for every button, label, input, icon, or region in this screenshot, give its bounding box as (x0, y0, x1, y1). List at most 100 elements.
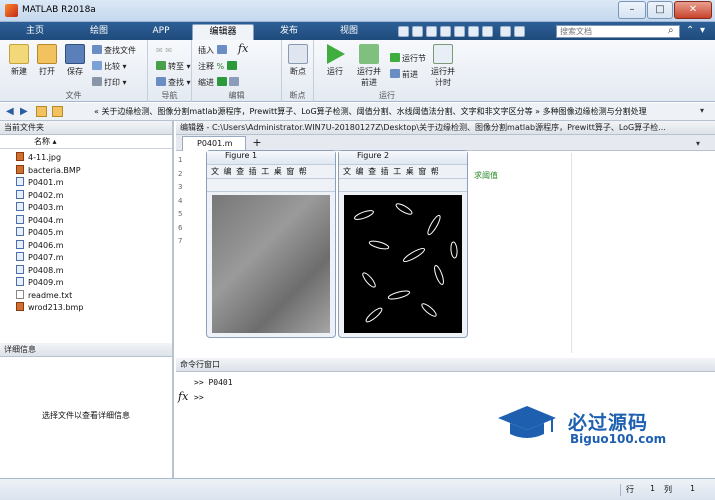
command-prompt[interactable]: >> (194, 393, 204, 402)
file-item[interactable]: bacteria.BMP (16, 164, 81, 177)
run-advance-icon (359, 44, 379, 64)
name-column-header[interactable]: 名称 ▴ (0, 136, 172, 149)
address-bar: ◀ ▶ « 关于边缘检测、图像分割matlab源程序，Prewitt算子、LoG… (0, 103, 715, 121)
toolstrip-options-icon[interactable]: ▾ (700, 25, 705, 36)
run-advance-button[interactable]: 运行并 前进 (352, 44, 386, 88)
file-icon (16, 289, 24, 299)
up-folder-icon[interactable] (52, 106, 63, 117)
file-item[interactable]: P0409.m (16, 277, 64, 289)
run-time-icon (433, 44, 453, 64)
figure-1-menu[interactable]: 文 编 查 插 工 桌 窗 帮 (207, 165, 335, 178)
advance-button[interactable]: 前进 (390, 69, 418, 81)
file-icon (16, 277, 24, 286)
save-icon[interactable] (398, 26, 409, 37)
file-icon (16, 227, 24, 236)
nav-arrows: ✉ ✉ (156, 46, 172, 55)
tab-home[interactable]: 主页 (4, 24, 66, 40)
file-icon (16, 264, 24, 274)
goto-button[interactable]: 转至 ▾ (156, 61, 191, 73)
forward-arrow-icon[interactable]: ▶ (20, 106, 28, 117)
new-tab-button[interactable]: + (250, 136, 264, 150)
figure-2-window[interactable]: Figure 2 文 编 查 插 工 桌 窗 帮 (338, 150, 468, 338)
tab-apps[interactable]: APP (130, 24, 192, 40)
breakpoints-group-label: 断点 (289, 91, 306, 100)
layout-icon[interactable] (500, 26, 511, 37)
tab-view[interactable]: 视图 (318, 24, 380, 40)
figure-1-toolbar[interactable] (207, 178, 335, 192)
fx-icon[interactable]: fx (178, 390, 188, 403)
edit-group-label: 编辑 (228, 91, 245, 100)
find-files-button[interactable]: 查找文件 (92, 45, 136, 57)
file-item[interactable]: P0405.m (16, 227, 64, 239)
line-number: 2 (178, 169, 183, 178)
figure-1-titlebar: Figure 1 (207, 151, 335, 165)
path-dropdown-icon[interactable]: ▾ (700, 106, 704, 115)
current-path-breadcrumb[interactable]: « 关于边缘检测、图像分割matlab源程序，Prewitt算子、LoG算子检测… (94, 106, 647, 117)
advance-icon (390, 69, 400, 78)
paste-icon[interactable] (440, 26, 451, 37)
file-item[interactable]: P0402.m (16, 189, 64, 202)
fx-button[interactable]: fx (238, 43, 248, 55)
run-button[interactable]: 运行 (320, 44, 350, 77)
copy-icon[interactable] (426, 26, 437, 37)
file-item[interactable]: P0407.m (16, 252, 64, 264)
breakpoints-group: 断点 断点 (282, 40, 314, 102)
redo-icon[interactable] (468, 26, 479, 37)
file-item[interactable]: P0408.m (16, 264, 64, 277)
comment-button[interactable]: 注释 % (198, 61, 239, 73)
file-icon (16, 152, 24, 161)
file-item[interactable]: wrod213.bmp (16, 302, 83, 314)
file-item[interactable]: P0406.m (16, 239, 64, 252)
line-number: 7 (178, 237, 183, 245)
figure-2-toolbar[interactable] (339, 178, 467, 192)
save-button[interactable]: 保存 (60, 44, 90, 77)
print-button[interactable]: 打印 ▾ (92, 77, 127, 89)
browse-folder-icon[interactable] (36, 106, 47, 117)
file-item[interactable]: 4-11.jpg (16, 152, 61, 164)
compare-button[interactable]: 比较 ▾ (92, 61, 127, 73)
search-icon[interactable]: ⌕ (668, 25, 674, 36)
find-button[interactable]: 查找 ▾ (156, 77, 191, 89)
command-window: 命令行窗口 >> P0401 fx >> 必过源码 Biguo100.com (176, 358, 715, 478)
file-item[interactable]: P0403.m (16, 202, 64, 214)
file-item[interactable]: P0401.m (16, 177, 64, 189)
col-label: 列 (664, 485, 672, 494)
tab-p0401[interactable]: P0401.m (182, 136, 246, 151)
details-hint: 选择文件以查看详细信息 (42, 411, 130, 420)
maximize-button[interactable]: □ (647, 1, 673, 19)
current-folder-panel: 当前文件夹 名称 ▴ 4-11.jpg bacteria.BMP P0401.m P0… (0, 121, 174, 500)
indent-button[interactable]: 缩进 (198, 77, 241, 89)
file-item[interactable]: P0404.m (16, 214, 64, 227)
file-group: 新建 打开 保存 查找文件 比较 ▾ 打印 ▾ 文件 (0, 40, 148, 102)
figure-1-window[interactable]: Figure 1 文 编 查 插 工 桌 窗 帮 (206, 150, 336, 338)
cut-icon[interactable] (412, 26, 423, 37)
new-button[interactable]: 新建 (4, 44, 34, 77)
run-section-button[interactable]: 运行节 (390, 53, 426, 65)
code-comment: 求阈值 (474, 171, 498, 180)
breakpoints-button[interactable]: 断点 (283, 44, 313, 77)
file-icon (16, 189, 24, 199)
comment-icon (226, 61, 237, 70)
switch-windows-icon[interactable] (482, 26, 493, 37)
back-arrow-icon[interactable]: ◀ (6, 106, 14, 117)
insert-button[interactable]: 插入 (198, 45, 229, 57)
help-icon[interactable] (514, 26, 525, 37)
search-documentation-input[interactable]: 搜索文档 (556, 25, 680, 38)
close-button[interactable]: ✕ (674, 1, 712, 19)
title-bar: MATLAB R2018a – □ ✕ (0, 0, 715, 22)
tab-publish[interactable]: 发布 (258, 24, 320, 40)
run-group: 运行 运行并 前进 运行节 前进 运行并 计时 运行 (314, 40, 460, 102)
undo-icon[interactable] (454, 26, 465, 37)
right-margin-line (571, 153, 572, 353)
tab-plots[interactable]: 绘图 (68, 24, 130, 40)
open-button[interactable]: 打开 (32, 44, 62, 77)
watermark-url: Biguo100.com (570, 432, 667, 446)
figure-2-menu[interactable]: 文 编 查 插 工 桌 窗 帮 (339, 165, 467, 178)
run-and-time-button[interactable]: 运行并 计时 (426, 44, 460, 88)
watermark-title: 必过源码 (568, 412, 649, 434)
minimize-toolstrip-icon[interactable]: ⌃ (686, 25, 694, 36)
minimize-button[interactable]: – (618, 1, 646, 19)
tab-editor[interactable]: 编辑器 (192, 24, 254, 40)
file-item[interactable]: readme.txt (16, 289, 72, 302)
editor-options-icon[interactable]: ▾ (696, 139, 700, 148)
